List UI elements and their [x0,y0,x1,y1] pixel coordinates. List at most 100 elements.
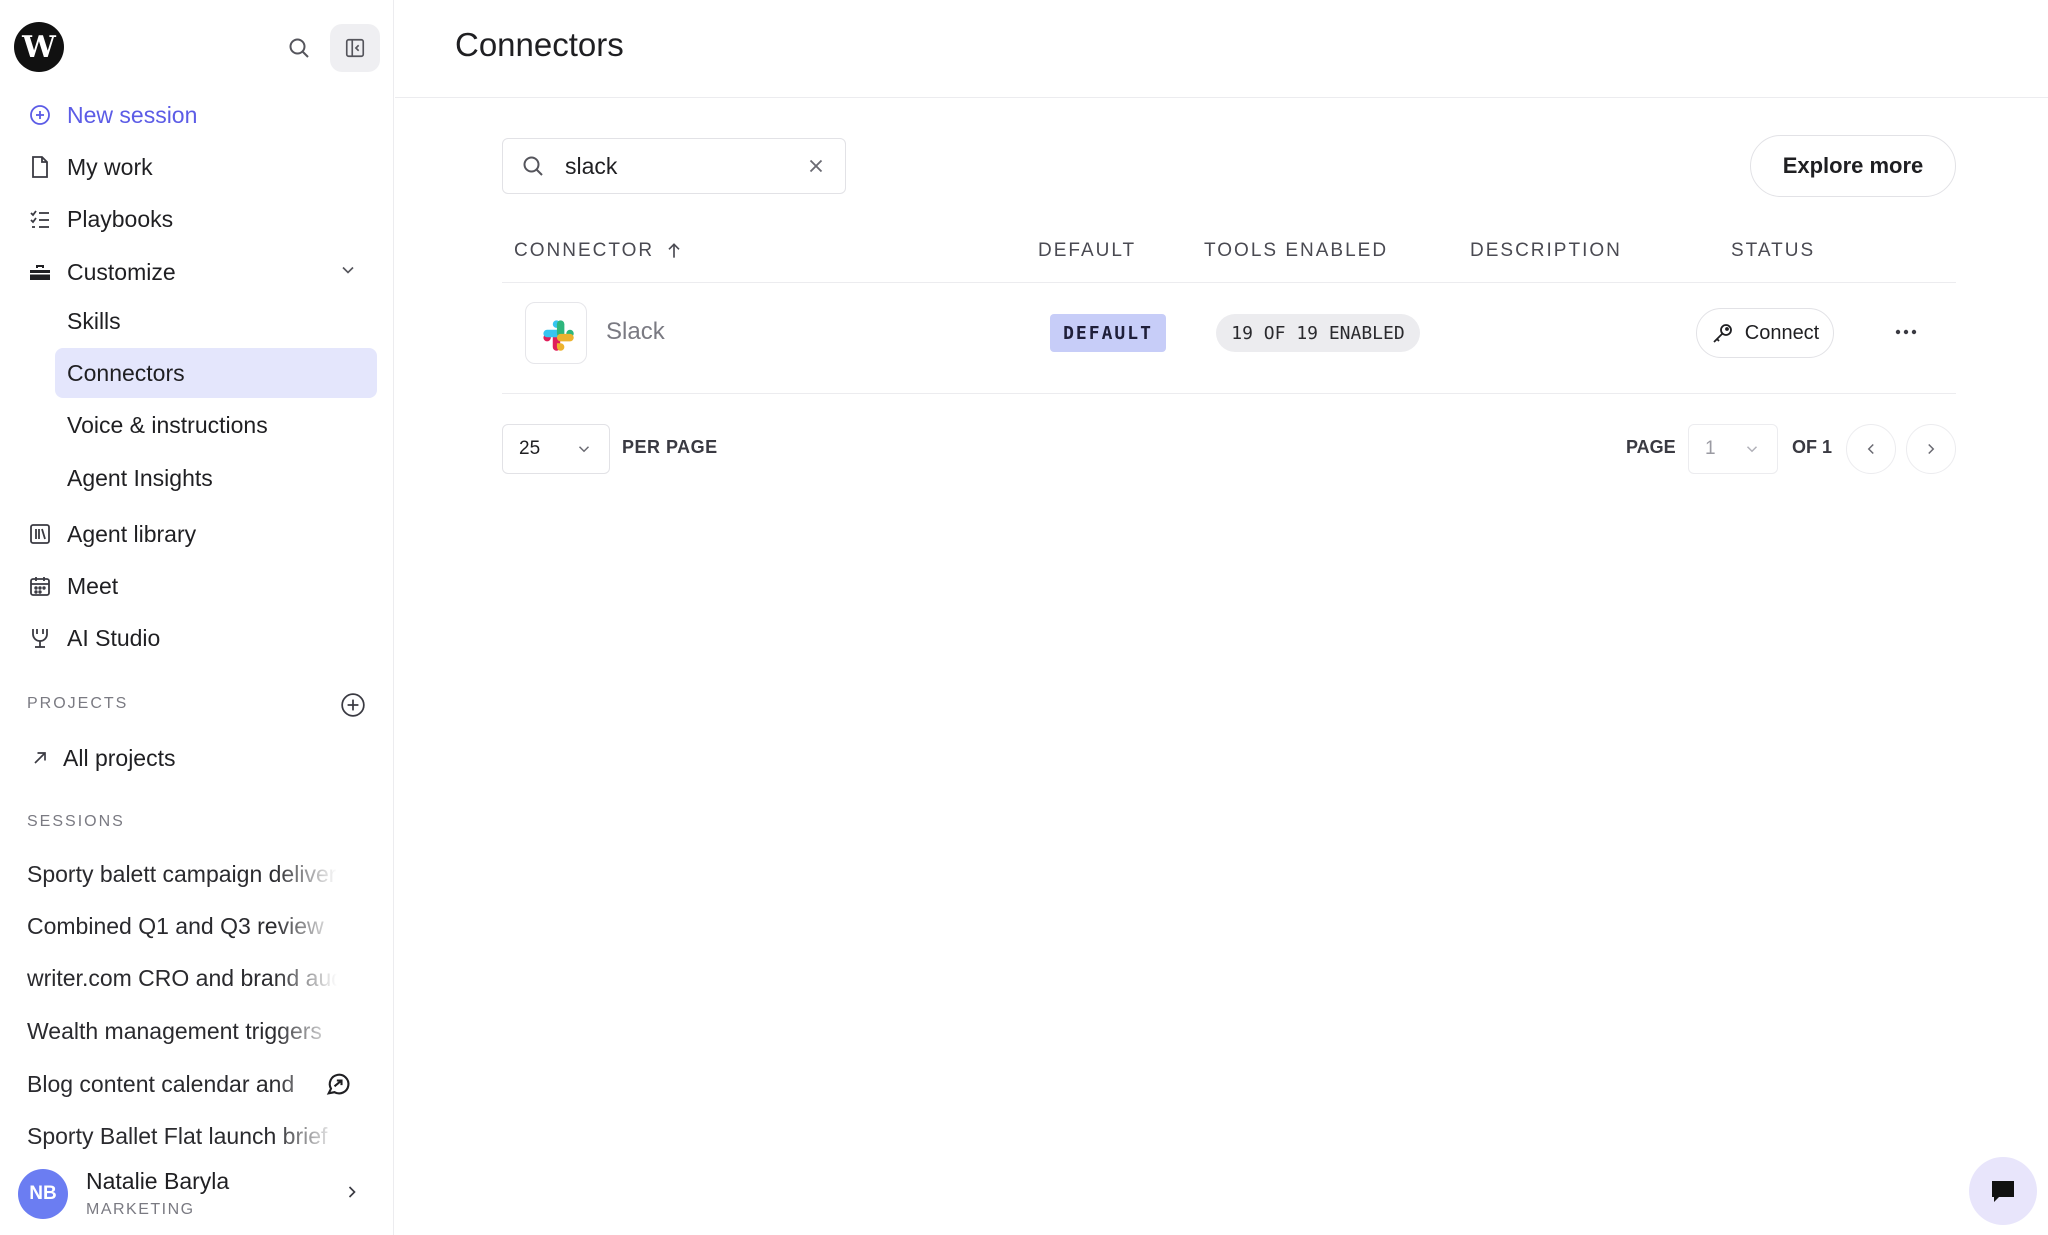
avatar-initials: NB [29,1182,57,1204]
playbooks-label: Playbooks [67,205,174,232]
row-divider [502,393,1956,394]
sidebar-item-customize[interactable]: Customize [27,252,176,292]
logo-letter: W [22,29,56,65]
sidebar-item-connectors[interactable]: Connectors [55,348,377,398]
close-icon[interactable] [805,155,827,177]
column-header-tools-enabled[interactable]: TOOLS ENABLED [1204,240,1388,262]
search-icon [523,156,543,176]
per-page-value: 25 [519,438,541,459]
session-item[interactable]: Blog content calendar and [27,1064,337,1104]
avatar: NB [18,1168,68,1219]
writer-logo[interactable]: W [14,22,64,72]
page-value: 1 [1705,438,1716,459]
sidebar-item-ai-studio[interactable]: AI Studio [27,618,160,658]
connector-name[interactable]: Slack [606,318,665,346]
user-name: Natalie Baryla [86,1168,230,1194]
column-header-default[interactable]: DEFAULT [1038,240,1136,262]
agent-library-label: Agent library [67,520,197,547]
tools-enabled-badge[interactable]: 19 OF 19 ENABLED [1216,314,1420,352]
sidebar-item-skills[interactable]: Skills [67,301,121,341]
column-header-connector[interactable]: CONNECTOR [514,240,684,262]
explore-more-button[interactable]: Explore more [1750,135,1956,197]
page-header: Connectors [395,0,2048,98]
per-page-select[interactable]: 25 [502,424,610,474]
chat-support-button[interactable] [1969,1157,2037,1225]
voice-instructions-label: Voice & instructions [67,411,268,438]
all-projects-label: All projects [63,744,176,771]
sidebar-item-playbooks[interactable]: Playbooks [27,199,173,239]
session-item[interactable]: Sporty balett campaign delivery [27,854,337,894]
plus-circle-icon [27,102,53,128]
session-item[interactable]: Wealth management triggers [27,1011,337,1051]
sidebar-search-button[interactable] [274,24,324,72]
connectors-label: Connectors [67,359,185,386]
calendar-icon [27,573,53,599]
customize-label: Customize [67,258,176,285]
previous-page-button[interactable] [1846,424,1896,474]
ai-studio-label: AI Studio [67,624,161,651]
connect-button[interactable]: Connect [1696,308,1834,358]
column-header-description[interactable]: DESCRIPTION [1470,240,1622,262]
key-icon [1713,324,1732,343]
checklist-icon [27,206,53,232]
sort-ascending-icon [668,243,680,258]
next-page-button[interactable] [1906,424,1956,474]
sidebar: W New session My work Playbooks Customiz… [0,0,394,1235]
chevron-down-icon [578,446,590,453]
header-divider [502,282,1956,283]
connect-label: Connect [1744,321,1820,344]
page-label: PAGE [1626,437,1676,457]
my-work-label: My work [67,153,153,180]
session-title: Wealth management triggers [27,1017,322,1044]
more-options-button[interactable] [1886,314,1926,350]
chevron-right-icon [1928,443,1935,455]
sidebar-collapse-icon [345,38,365,58]
sidebar-item-meet[interactable]: Meet [27,566,118,606]
search-field[interactable] [502,138,846,194]
sessions-section-label: SESSIONS [27,813,125,830]
page-select[interactable]: 1 [1688,424,1778,474]
meet-label: Meet [67,572,119,599]
sidebar-item-all-projects[interactable]: All projects [27,738,175,778]
document-icon [27,154,53,180]
session-item[interactable]: Combined Q1 and Q3 review [27,906,337,946]
new-session-label: New session [67,101,198,128]
skills-label: Skills [67,307,121,334]
library-icon [27,521,53,547]
studio-icon [27,625,53,651]
toolbox-icon [27,259,53,285]
user-profile[interactable]: NB Natalie Baryla MARKETING [18,1168,229,1219]
sidebar-item-agent-library[interactable]: Agent library [27,514,196,554]
session-item[interactable]: Sporty Ballet Flat launch brief [27,1116,337,1156]
user-role: MARKETING [86,1201,195,1218]
session-title: Blog content calendar and [27,1070,295,1097]
page-total-label: OF 1 [1792,437,1833,457]
per-page-label: PER PAGE [622,437,718,457]
column-header-status[interactable]: STATUS [1731,240,1815,262]
more-horizontal-icon [1895,329,1917,335]
chat-icon [1992,1181,2014,1202]
connector-header-label: CONNECTOR [514,240,655,261]
session-item[interactable]: writer.com CRO and brand audit [27,958,337,998]
new-session-button[interactable]: New session [27,95,197,135]
search-icon [289,38,309,58]
add-project-icon[interactable] [340,692,366,718]
chevron-down-icon[interactable] [338,260,358,285]
collapse-sidebar-button[interactable] [330,24,380,72]
slack-icon [543,320,574,351]
session-title: Sporty Ballet Flat launch brief [27,1122,328,1149]
default-badge: DEFAULT [1050,314,1166,352]
search-input[interactable] [565,152,785,180]
chevron-left-icon [1867,443,1874,455]
projects-section-label: PROJECTS [27,695,129,712]
session-title: writer.com CRO and brand audit [27,964,337,991]
session-title: Sporty balett campaign delivery [27,860,337,887]
chevron-right-icon[interactable] [342,1182,362,1207]
shared-session-icon[interactable] [324,1070,354,1100]
sidebar-item-voice-instructions[interactable]: Voice & instructions [67,405,268,445]
arrow-up-right-icon [27,745,53,771]
agent-insights-label: Agent Insights [67,464,213,491]
sidebar-item-my-work[interactable]: My work [27,147,153,187]
session-title: Combined Q1 and Q3 review [27,912,324,939]
sidebar-item-agent-insights[interactable]: Agent Insights [67,458,213,498]
